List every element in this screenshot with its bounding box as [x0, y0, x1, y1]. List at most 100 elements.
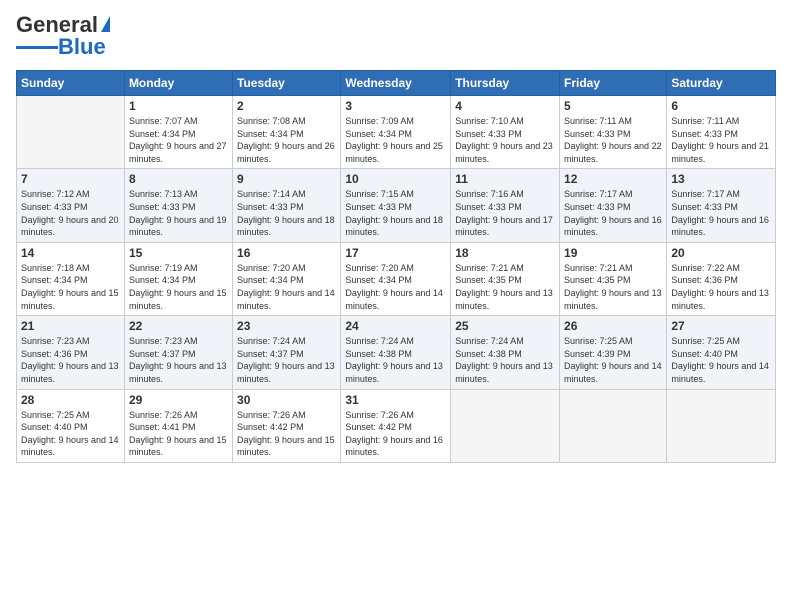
day-info: Sunrise: 7:25 AMSunset: 4:40 PMDaylight:…: [21, 409, 120, 459]
day-info: Sunrise: 7:21 AMSunset: 4:35 PMDaylight:…: [564, 262, 662, 312]
header: General Blue: [16, 12, 776, 60]
calendar-cell: 30 Sunrise: 7:26 AMSunset: 4:42 PMDaylig…: [233, 389, 341, 462]
weekday-header-thursday: Thursday: [451, 71, 560, 96]
calendar-cell: 11 Sunrise: 7:16 AMSunset: 4:33 PMDaylig…: [451, 169, 560, 242]
calendar-cell: 1 Sunrise: 7:07 AMSunset: 4:34 PMDayligh…: [124, 96, 232, 169]
calendar-cell: 3 Sunrise: 7:09 AMSunset: 4:34 PMDayligh…: [341, 96, 451, 169]
day-number: 11: [455, 172, 555, 186]
logo-bar: [16, 46, 58, 49]
day-info: Sunrise: 7:21 AMSunset: 4:35 PMDaylight:…: [455, 262, 555, 312]
day-number: 4: [455, 99, 555, 113]
weekday-header-row: SundayMondayTuesdayWednesdayThursdayFrid…: [17, 71, 776, 96]
day-info: Sunrise: 7:24 AMSunset: 4:38 PMDaylight:…: [345, 335, 446, 385]
calendar-cell: [560, 389, 667, 462]
day-number: 10: [345, 172, 446, 186]
day-info: Sunrise: 7:18 AMSunset: 4:34 PMDaylight:…: [21, 262, 120, 312]
calendar-cell: 10 Sunrise: 7:15 AMSunset: 4:33 PMDaylig…: [341, 169, 451, 242]
day-info: Sunrise: 7:26 AMSunset: 4:42 PMDaylight:…: [345, 409, 446, 459]
day-number: 8: [129, 172, 228, 186]
day-info: Sunrise: 7:17 AMSunset: 4:33 PMDaylight:…: [671, 188, 771, 238]
day-info: Sunrise: 7:23 AMSunset: 4:37 PMDaylight:…: [129, 335, 228, 385]
day-number: 6: [671, 99, 771, 113]
weekday-header-sunday: Sunday: [17, 71, 125, 96]
calendar-cell: 31 Sunrise: 7:26 AMSunset: 4:42 PMDaylig…: [341, 389, 451, 462]
calendar-cell: 13 Sunrise: 7:17 AMSunset: 4:33 PMDaylig…: [667, 169, 776, 242]
day-info: Sunrise: 7:24 AMSunset: 4:37 PMDaylight:…: [237, 335, 336, 385]
calendar-cell: 7 Sunrise: 7:12 AMSunset: 4:33 PMDayligh…: [17, 169, 125, 242]
day-number: 29: [129, 393, 228, 407]
day-number: 26: [564, 319, 662, 333]
calendar-cell: 14 Sunrise: 7:18 AMSunset: 4:34 PMDaylig…: [17, 242, 125, 315]
day-number: 12: [564, 172, 662, 186]
calendar-cell: 25 Sunrise: 7:24 AMSunset: 4:38 PMDaylig…: [451, 316, 560, 389]
logo: General Blue: [16, 12, 110, 60]
calendar-cell: [17, 96, 125, 169]
calendar-cell: 15 Sunrise: 7:19 AMSunset: 4:34 PMDaylig…: [124, 242, 232, 315]
weekday-header-tuesday: Tuesday: [233, 71, 341, 96]
day-number: 22: [129, 319, 228, 333]
calendar-cell: [667, 389, 776, 462]
day-number: 3: [345, 99, 446, 113]
day-number: 27: [671, 319, 771, 333]
calendar-cell: 27 Sunrise: 7:25 AMSunset: 4:40 PMDaylig…: [667, 316, 776, 389]
day-number: 5: [564, 99, 662, 113]
day-info: Sunrise: 7:23 AMSunset: 4:36 PMDaylight:…: [21, 335, 120, 385]
calendar-cell: 20 Sunrise: 7:22 AMSunset: 4:36 PMDaylig…: [667, 242, 776, 315]
calendar-cell: 17 Sunrise: 7:20 AMSunset: 4:34 PMDaylig…: [341, 242, 451, 315]
page: General Blue SundayMondayTuesdayWednesda…: [0, 0, 792, 612]
day-info: Sunrise: 7:07 AMSunset: 4:34 PMDaylight:…: [129, 115, 228, 165]
day-number: 20: [671, 246, 771, 260]
day-number: 16: [237, 246, 336, 260]
calendar-cell: 26 Sunrise: 7:25 AMSunset: 4:39 PMDaylig…: [560, 316, 667, 389]
day-info: Sunrise: 7:11 AMSunset: 4:33 PMDaylight:…: [671, 115, 771, 165]
calendar-row-1: 1 Sunrise: 7:07 AMSunset: 4:34 PMDayligh…: [17, 96, 776, 169]
calendar: SundayMondayTuesdayWednesdayThursdayFrid…: [16, 70, 776, 463]
weekday-header-wednesday: Wednesday: [341, 71, 451, 96]
weekday-header-friday: Friday: [560, 71, 667, 96]
day-number: 23: [237, 319, 336, 333]
day-info: Sunrise: 7:24 AMSunset: 4:38 PMDaylight:…: [455, 335, 555, 385]
calendar-cell: 19 Sunrise: 7:21 AMSunset: 4:35 PMDaylig…: [560, 242, 667, 315]
day-number: 14: [21, 246, 120, 260]
calendar-cell: 23 Sunrise: 7:24 AMSunset: 4:37 PMDaylig…: [233, 316, 341, 389]
day-number: 2: [237, 99, 336, 113]
day-number: 7: [21, 172, 120, 186]
logo-triangle-icon: [101, 16, 110, 32]
day-info: Sunrise: 7:15 AMSunset: 4:33 PMDaylight:…: [345, 188, 446, 238]
calendar-cell: 5 Sunrise: 7:11 AMSunset: 4:33 PMDayligh…: [560, 96, 667, 169]
day-number: 13: [671, 172, 771, 186]
day-info: Sunrise: 7:20 AMSunset: 4:34 PMDaylight:…: [345, 262, 446, 312]
calendar-cell: 18 Sunrise: 7:21 AMSunset: 4:35 PMDaylig…: [451, 242, 560, 315]
day-number: 25: [455, 319, 555, 333]
day-number: 28: [21, 393, 120, 407]
day-number: 17: [345, 246, 446, 260]
day-info: Sunrise: 7:16 AMSunset: 4:33 PMDaylight:…: [455, 188, 555, 238]
day-info: Sunrise: 7:19 AMSunset: 4:34 PMDaylight:…: [129, 262, 228, 312]
day-info: Sunrise: 7:22 AMSunset: 4:36 PMDaylight:…: [671, 262, 771, 312]
calendar-cell: [451, 389, 560, 462]
weekday-header-monday: Monday: [124, 71, 232, 96]
day-info: Sunrise: 7:09 AMSunset: 4:34 PMDaylight:…: [345, 115, 446, 165]
day-info: Sunrise: 7:11 AMSunset: 4:33 PMDaylight:…: [564, 115, 662, 165]
calendar-cell: 28 Sunrise: 7:25 AMSunset: 4:40 PMDaylig…: [17, 389, 125, 462]
calendar-cell: 6 Sunrise: 7:11 AMSunset: 4:33 PMDayligh…: [667, 96, 776, 169]
day-number: 31: [345, 393, 446, 407]
calendar-cell: 2 Sunrise: 7:08 AMSunset: 4:34 PMDayligh…: [233, 96, 341, 169]
day-number: 21: [21, 319, 120, 333]
weekday-header-saturday: Saturday: [667, 71, 776, 96]
calendar-cell: 12 Sunrise: 7:17 AMSunset: 4:33 PMDaylig…: [560, 169, 667, 242]
day-number: 19: [564, 246, 662, 260]
calendar-cell: 24 Sunrise: 7:24 AMSunset: 4:38 PMDaylig…: [341, 316, 451, 389]
calendar-cell: 21 Sunrise: 7:23 AMSunset: 4:36 PMDaylig…: [17, 316, 125, 389]
calendar-cell: 29 Sunrise: 7:26 AMSunset: 4:41 PMDaylig…: [124, 389, 232, 462]
day-number: 15: [129, 246, 228, 260]
day-number: 24: [345, 319, 446, 333]
day-info: Sunrise: 7:25 AMSunset: 4:40 PMDaylight:…: [671, 335, 771, 385]
calendar-cell: 22 Sunrise: 7:23 AMSunset: 4:37 PMDaylig…: [124, 316, 232, 389]
calendar-row-4: 21 Sunrise: 7:23 AMSunset: 4:36 PMDaylig…: [17, 316, 776, 389]
day-info: Sunrise: 7:26 AMSunset: 4:42 PMDaylight:…: [237, 409, 336, 459]
day-info: Sunrise: 7:13 AMSunset: 4:33 PMDaylight:…: [129, 188, 228, 238]
day-info: Sunrise: 7:26 AMSunset: 4:41 PMDaylight:…: [129, 409, 228, 459]
day-info: Sunrise: 7:17 AMSunset: 4:33 PMDaylight:…: [564, 188, 662, 238]
day-info: Sunrise: 7:20 AMSunset: 4:34 PMDaylight:…: [237, 262, 336, 312]
